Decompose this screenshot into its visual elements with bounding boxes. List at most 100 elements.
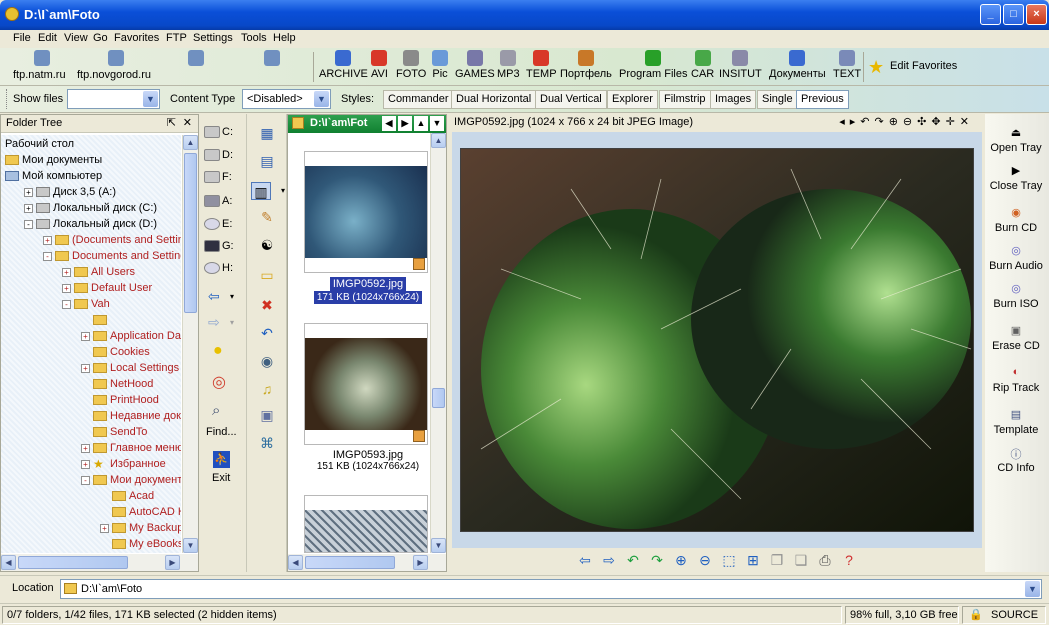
favorite-pic[interactable]: Pic: [432, 50, 448, 80]
drive-d[interactable]: D:: [204, 149, 233, 162]
drive-f[interactable]: F:: [204, 171, 232, 184]
drive-c[interactable]: C:: [204, 126, 233, 139]
erase-cd-button[interactable]: ▣ Erase CD: [985, 324, 1047, 352]
folder-tree-scrollbar[interactable]: ▲ ▼: [182, 135, 198, 553]
menu-favorites[interactable]: Favorites: [114, 32, 159, 44]
slideshow-icon[interactable]: ❐: [768, 551, 786, 569]
grip-handle[interactable]: [6, 89, 8, 109]
style-previous-button[interactable]: Previous: [796, 90, 849, 109]
favorite-avi[interactable]: AVI: [371, 50, 388, 80]
compare-icon[interactable]: ▤: [257, 152, 277, 170]
expand-icon[interactable]: +: [24, 187, 33, 197]
hscroll-thumb[interactable]: [305, 556, 395, 569]
style-dual-horizontal-button[interactable]: Dual Horizontal: [451, 90, 537, 109]
fit-icon[interactable]: ⬚: [720, 551, 738, 569]
scroll-thumb[interactable]: [184, 153, 197, 313]
menu-tools[interactable]: Tools: [241, 32, 267, 44]
tree-node[interactable]: PrintHood: [81, 392, 159, 408]
tree-node[interactable]: - Мои документь: [81, 472, 181, 488]
scroll-up-icon[interactable]: ▲: [183, 135, 198, 150]
network-icon[interactable]: ⌘: [257, 434, 277, 452]
favorite-документы[interactable]: Документы: [769, 50, 826, 80]
search-icon[interactable]: ⌕: [212, 402, 220, 419]
viewer-nav-icons[interactable]: ◂▸↶↷⊕⊖✣✥✛✕: [839, 115, 974, 128]
tree-node[interactable]: AutoCAD Ha: [100, 504, 181, 520]
chevron-down-icon[interactable]: ▾: [230, 318, 234, 327]
favorite-foto[interactable]: FOTO: [396, 50, 426, 80]
network-icon[interactable]: [188, 50, 204, 68]
menu-ftp[interactable]: FTP: [166, 32, 187, 44]
tree-node[interactable]: Мои документы: [5, 152, 102, 168]
chevron-down-icon[interactable]: ▾: [230, 292, 234, 301]
tree-node[interactable]: - Локальный диск (D:): [24, 216, 157, 232]
maximize-button[interactable]: □: [1003, 4, 1024, 25]
menu-help[interactable]: Help: [273, 32, 296, 44]
scroll-left-icon[interactable]: ◀: [288, 555, 303, 570]
tree-node[interactable]: + Локальный диск (C:): [24, 200, 157, 216]
tree-node[interactable]: - Documents and Settings: [43, 248, 181, 264]
thumbnail-caption[interactable]: IMGP0593.jpg 151 KB (1024x766x24): [298, 449, 438, 472]
style-images-button[interactable]: Images: [710, 90, 757, 109]
favorite-games[interactable]: GAMES: [455, 50, 495, 80]
rotate-right-icon[interactable]: ↷: [648, 551, 666, 569]
collapse-icon[interactable]: -: [24, 219, 33, 229]
tree-node[interactable]: + Application Data: [81, 328, 181, 344]
arrow-left-icon[interactable]: ⇦: [576, 551, 594, 569]
menu-settings[interactable]: Settings: [193, 32, 233, 44]
favorite-портфель[interactable]: Портфель: [560, 50, 612, 80]
audio-icon[interactable]: ♫: [257, 380, 277, 398]
tree-node[interactable]: Недавние доку: [81, 408, 181, 424]
scroll-left-icon[interactable]: ◀: [1, 555, 16, 570]
arrow-right-icon[interactable]: ⇨: [600, 551, 618, 569]
pin-icon[interactable]: ⇱: [167, 116, 176, 129]
tree-node[interactable]: SendTo: [81, 424, 147, 440]
expand-icon[interactable]: +: [43, 235, 52, 245]
favorite-mp3[interactable]: MP3: [497, 50, 520, 80]
expand-icon[interactable]: +: [62, 283, 71, 293]
menu-edit[interactable]: Edit: [38, 32, 57, 44]
drive-g[interactable]: G:: [204, 240, 234, 253]
style-commander-button[interactable]: Commander: [383, 90, 454, 109]
folder-tree-hscrollbar[interactable]: ◀ ▶: [1, 554, 198, 571]
burn-audio-button[interactable]: ◎ Burn Audio: [985, 244, 1047, 272]
expand-icon[interactable]: +: [100, 523, 109, 533]
ftp-link-natm[interactable]: ftp.natm.ru: [13, 69, 66, 81]
edit-favorites-button[interactable]: Edit Favorites: [890, 60, 957, 72]
panel-layout-icon[interactable]: ▦: [257, 124, 277, 142]
drive-h[interactable]: H:: [204, 262, 233, 275]
cd-info-button[interactable]: ⓘ CD Info: [985, 446, 1047, 474]
favorite-car[interactable]: CAR: [691, 50, 714, 80]
yin-yang-icon[interactable]: ☯: [257, 236, 277, 254]
tree-node[interactable]: - Vah: [62, 296, 110, 312]
properties-icon[interactable]: ✎: [257, 208, 277, 226]
expand-icon[interactable]: +: [81, 443, 90, 453]
close-icon[interactable]: ✕: [183, 116, 192, 129]
tree-node[interactable]: NetHood: [81, 376, 153, 392]
source-status[interactable]: 🔒 SOURCE: [962, 606, 1046, 624]
zoom-in-icon[interactable]: ⊕: [672, 551, 690, 569]
burn-cd-button[interactable]: ◉ Burn CD: [985, 206, 1047, 234]
close-button[interactable]: ×: [1026, 4, 1047, 25]
tree-node[interactable]: + Local Settings: [81, 360, 179, 376]
tree-node[interactable]: Acad: [100, 488, 154, 504]
clipboard-icon[interactable]: ▣: [257, 406, 277, 424]
view-mode-icon[interactable]: ▥: [251, 182, 271, 200]
collapse-icon[interactable]: -: [81, 475, 90, 485]
open-tray-button[interactable]: ⏏ Open Tray: [985, 126, 1047, 154]
chevron-down-icon[interactable]: ▼: [143, 91, 158, 107]
minimize-button[interactable]: _: [980, 4, 1001, 25]
lightbulb-icon[interactable]: ●: [213, 342, 223, 360]
tree-node[interactable]: + ★ Избранное: [81, 456, 166, 472]
thumbnail-card[interactable]: [304, 495, 428, 553]
hscroll-thumb[interactable]: [18, 556, 128, 569]
tree-node[interactable]: My eBooks: [100, 536, 181, 552]
tree-node[interactable]: + Диск 3,5 (A:): [24, 184, 116, 200]
style-single-button[interactable]: Single: [757, 90, 798, 109]
copy-icon[interactable]: ❏: [792, 551, 810, 569]
collapse-icon[interactable]: -: [43, 251, 52, 261]
chevron-down-icon[interactable]: ▼: [1025, 581, 1040, 597]
menu-go[interactable]: Go: [93, 32, 108, 44]
scroll-up-icon[interactable]: ▲: [431, 133, 446, 148]
thumbnail-hscrollbar[interactable]: ◀ ▶: [288, 554, 446, 571]
exit-button[interactable]: Exit: [212, 472, 230, 484]
